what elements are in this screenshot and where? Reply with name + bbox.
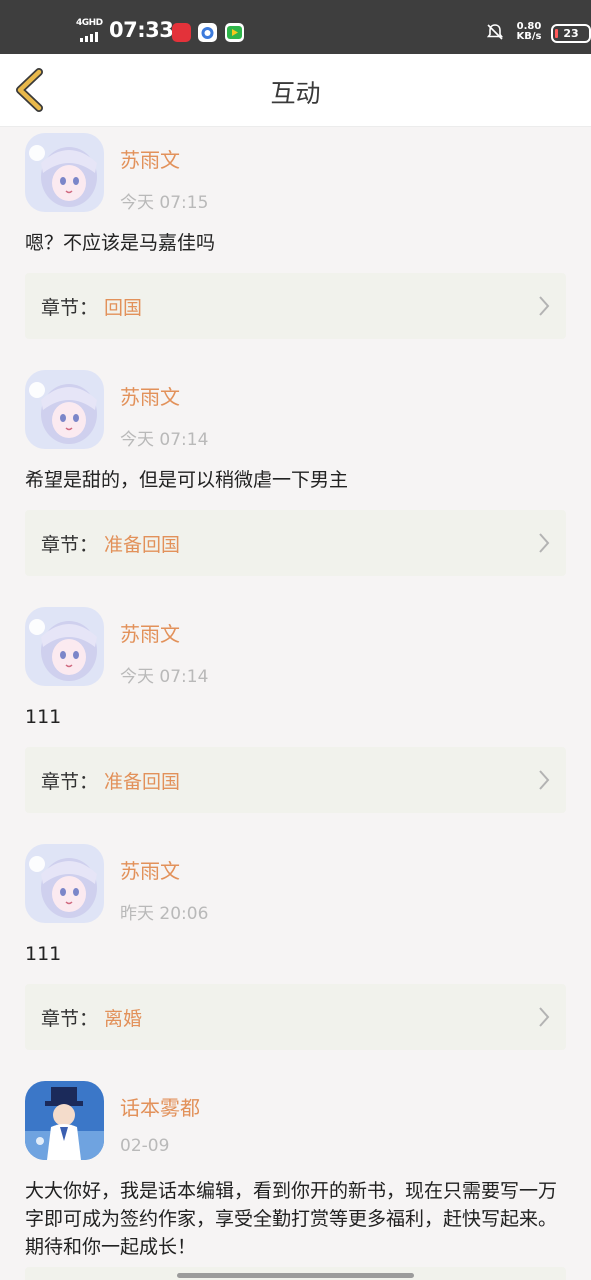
chapter-link[interactable]: 章节： 准备回国: [25, 747, 566, 813]
network-type: 4GHD: [76, 18, 103, 28]
chapter-link[interactable]: 章节： 回国: [25, 273, 566, 339]
comment-text: 111: [25, 706, 62, 728]
chevron-right-icon: [539, 1007, 550, 1027]
user-avatar[interactable]: [25, 1081, 104, 1160]
comment-list[interactable]: 苏雨文 今天 07:15 嗯？不应该是马嘉佳吗 章节： 回国 苏雨文 今天 07…: [0, 127, 591, 1280]
app-icon-blue: [198, 23, 217, 42]
clock: 07:33: [109, 18, 174, 42]
comment-text: 111: [25, 943, 62, 965]
comment-time: 今天 07:14: [120, 667, 209, 687]
mute-bell-icon: [485, 22, 505, 42]
chapter-name: 离婚: [104, 1008, 143, 1030]
signal-icon: 4GHD: [76, 18, 104, 42]
battery-level: 23: [563, 27, 579, 40]
user-avatar[interactable]: [25, 844, 104, 923]
username[interactable]: 苏雨文: [120, 855, 180, 884]
comment-text: 嗯？不应该是马嘉佳吗: [25, 232, 216, 254]
top-bar: 互动: [0, 54, 591, 127]
status-bar: 4GHD 07:33 0.80 KB/s 23: [0, 0, 591, 54]
username[interactable]: 苏雨文: [120, 381, 180, 410]
chapter-label: 章节：: [41, 297, 99, 319]
chapter-label: 章节：: [41, 534, 99, 556]
chapter-name: 准备回国: [104, 771, 181, 793]
page-title: 互动: [270, 79, 321, 108]
username[interactable]: 苏雨文: [120, 144, 180, 173]
chevron-right-icon: [539, 296, 550, 316]
comment-text: 大大你好，我是话本编辑，看到你开的新书，现在只需要写一万字即可成为签约作家，享受…: [25, 1180, 558, 1258]
user-avatar[interactable]: [25, 370, 104, 449]
chapter-label: 章节：: [41, 771, 99, 793]
user-avatar[interactable]: [25, 133, 104, 212]
chapter-name: 回国: [104, 297, 143, 319]
app-icon-red: [172, 23, 191, 42]
comment-time: 今天 07:15: [120, 193, 209, 213]
home-indicator[interactable]: [177, 1273, 414, 1278]
comment-time: 今天 07:14: [120, 430, 209, 450]
network-speed: 0.80 KB/s: [511, 22, 547, 42]
speed-unit: KB/s: [516, 31, 542, 42]
app-icon-green: [225, 23, 244, 42]
chevron-right-icon: [539, 533, 550, 553]
chapter-link[interactable]: 章节： 准备回国: [25, 510, 566, 576]
chevron-right-icon: [539, 770, 550, 790]
user-avatar[interactable]: [25, 607, 104, 686]
username[interactable]: 话本雾都: [120, 1092, 200, 1121]
comment-text: 希望是甜的，但是可以稍微虐一下男主: [25, 469, 349, 491]
battery-icon: 23: [551, 24, 591, 43]
username[interactable]: 苏雨文: [120, 618, 180, 647]
chapter-label: 章节：: [41, 1008, 99, 1030]
chapter-link[interactable]: 章节： 离婚: [25, 984, 566, 1050]
comment-time: 昨天 20:06: [120, 904, 209, 924]
chapter-name: 准备回国: [104, 534, 181, 556]
comment-time: 02-09: [120, 1136, 170, 1156]
